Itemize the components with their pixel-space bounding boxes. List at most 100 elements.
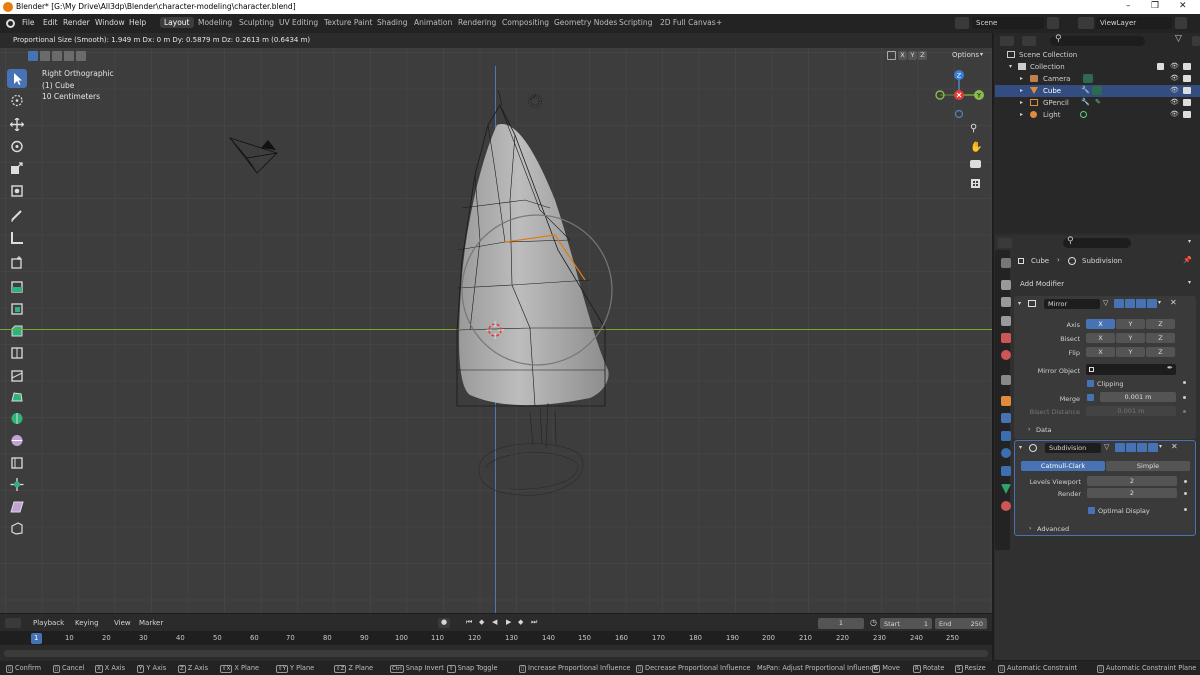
object-tab-icon[interactable] [1001, 396, 1011, 406]
select-tool-button[interactable] [7, 69, 27, 88]
select-intersect-icon[interactable] [76, 51, 86, 61]
smooth-tool-button[interactable] [7, 431, 27, 450]
collapse-arrow-icon[interactable]: › [1029, 525, 1031, 532]
timeline-menu-view[interactable]: View [114, 619, 131, 627]
rip-region-tool-button[interactable] [7, 519, 27, 538]
flip-z-toggle[interactable]: Z [1146, 347, 1175, 357]
camera-object-wireframe[interactable] [225, 133, 285, 178]
render-display-icon[interactable] [1147, 299, 1157, 308]
jump-end-button[interactable]: ⏭ [531, 618, 537, 627]
tab-uv-editing[interactable]: UV Editing [279, 18, 318, 27]
rotate-tool-button[interactable] [7, 137, 27, 156]
output-tab-icon[interactable] [1001, 297, 1011, 307]
remove-modifier-icon[interactable]: ✕ [1170, 298, 1177, 307]
scene-name-field[interactable]: Scene [972, 17, 1044, 29]
select-set-icon[interactable] [28, 51, 38, 61]
mirror-object-field[interactable] [1086, 364, 1176, 375]
play-reverse-button[interactable]: ◀ [492, 618, 497, 626]
menu-help[interactable]: Help [129, 18, 146, 27]
merge-distance-field[interactable]: 0.001 m [1100, 392, 1176, 402]
tab-compositing[interactable]: Compositing [502, 18, 549, 27]
select-invert-icon[interactable] [64, 51, 74, 61]
keyframe-dot-icon[interactable] [1183, 381, 1186, 384]
bisect-x-toggle[interactable]: X [1086, 333, 1115, 343]
pan-hand-icon[interactable]: ✋ [970, 142, 982, 153]
editmode-display-icon[interactable] [1126, 443, 1136, 452]
bevel-tool-button[interactable] [7, 321, 27, 340]
new-collection-icon[interactable] [1192, 36, 1200, 46]
render-camera-icon[interactable] [1183, 75, 1191, 82]
blender-menu-icon[interactable] [6, 19, 15, 28]
visibility-eye-icon[interactable]: 👁 [1170, 110, 1179, 118]
clipping-checkbox[interactable] [1087, 380, 1094, 387]
scale-tool-button[interactable] [7, 159, 27, 178]
tab-animation[interactable]: Animation [414, 18, 452, 27]
tool-tab-icon[interactable] [1001, 258, 1011, 268]
timeline-scrollbar[interactable] [4, 650, 988, 657]
current-frame-field[interactable]: 1 [818, 618, 864, 629]
particles-tab-icon[interactable] [1001, 431, 1011, 441]
visibility-eye-icon[interactable]: 👁 [1170, 62, 1179, 70]
options-dropdown[interactable]: Options [952, 51, 979, 59]
flip-y-toggle[interactable]: Y [1116, 347, 1145, 357]
outliner-item-camera[interactable]: ▸ Camera 👁 [995, 73, 1200, 85]
view-layer-tab-icon[interactable] [1001, 316, 1011, 326]
menu-file[interactable]: File [22, 18, 35, 27]
inset-tool-button[interactable] [7, 299, 27, 318]
add-cube-tool-button[interactable] [7, 253, 27, 272]
outliner-item-light[interactable]: ▸ Light 👁 [995, 109, 1200, 121]
keyframe-dot-icon[interactable] [1184, 492, 1187, 495]
tab-shading[interactable]: Shading [377, 18, 407, 27]
outliner-item-gpencil[interactable]: ▸ GPencil 🔧 ✎ 👁 [995, 97, 1200, 109]
transform-tool-button[interactable] [7, 181, 27, 200]
expand-arrow-icon[interactable]: ▾ [1009, 63, 1012, 70]
axis-toggle-z[interactable]: Z [918, 51, 927, 60]
mirror-axis-icon[interactable] [887, 51, 896, 60]
expand-arrow-icon[interactable]: ▸ [1020, 87, 1023, 94]
collapse-arrow-icon[interactable]: › [1028, 426, 1030, 433]
visibility-eye-icon[interactable]: 👁 [1170, 86, 1179, 94]
outliner-item-cube[interactable]: ▸ Cube 🔧 👁 [995, 85, 1200, 97]
knife-tool-button[interactable] [7, 366, 27, 385]
modifier-name-field[interactable]: Mirror [1044, 299, 1100, 309]
camera-view-icon[interactable] [970, 160, 981, 168]
prev-keyframe-button[interactable]: ◆ [479, 618, 484, 626]
timeline-menu-marker[interactable]: Marker [139, 619, 163, 627]
tab-modeling[interactable]: Modeling [198, 18, 232, 27]
keyframe-dot-icon[interactable] [1183, 396, 1186, 399]
edit-mode-toggle-icon[interactable]: ▽ [1104, 443, 1112, 452]
collection-tab-icon[interactable] [1001, 375, 1011, 385]
keyframe-dot-icon[interactable] [1184, 508, 1187, 511]
visibility-eye-icon[interactable]: 👁 [1170, 98, 1179, 106]
bisect-distance-field[interactable]: 0.001 m [1086, 406, 1176, 416]
next-keyframe-button[interactable]: ◆ [518, 618, 523, 626]
tab-rendering[interactable]: Rendering [458, 18, 496, 27]
merge-checkbox[interactable] [1087, 394, 1094, 401]
clock-icon[interactable]: ◷ [870, 618, 877, 627]
edge-slide-tool-button[interactable] [7, 453, 27, 472]
keyframe-dot-icon[interactable] [1183, 410, 1186, 413]
tab-texture-paint[interactable]: Texture Paint [324, 18, 372, 27]
poly-build-tool-button[interactable] [7, 387, 27, 406]
gpencil-object-sketch[interactable] [470, 403, 590, 503]
3d-viewport[interactable]: Right Orthographic (1) Cube 10 Centimete… [0, 48, 992, 613]
add-modifier-dropdown[interactable]: Add Modifier [1020, 280, 1064, 288]
collection-row[interactable]: ▾ Collection 👁 [995, 61, 1200, 73]
axis-toggle-x[interactable]: X [898, 51, 907, 60]
tab-sculpting[interactable]: Sculpting [239, 18, 274, 27]
pin-icon[interactable]: 📌 [1183, 256, 1192, 264]
menu-edit[interactable]: Edit [43, 18, 58, 27]
render-levels-field[interactable]: 2 [1087, 488, 1177, 498]
play-button[interactable]: ▶ [506, 618, 511, 626]
collapse-arrow-icon[interactable]: ▾ [1018, 300, 1021, 307]
annotate-tool-button[interactable] [7, 206, 27, 225]
expand-arrow-icon[interactable]: ▸ [1020, 99, 1023, 106]
viewport-display-icon[interactable] [1137, 443, 1147, 452]
navigation-gizmo[interactable]: Z Y [930, 66, 990, 126]
view-layer-field[interactable]: ViewLayer [1096, 17, 1172, 29]
view-layer-icon[interactable] [1078, 17, 1094, 29]
add-workspace-button[interactable]: + [716, 18, 722, 27]
render-camera-icon[interactable] [1183, 111, 1191, 118]
timeline-menu-playback[interactable]: Playback [33, 619, 64, 627]
simple-button[interactable]: Simple [1106, 461, 1190, 471]
